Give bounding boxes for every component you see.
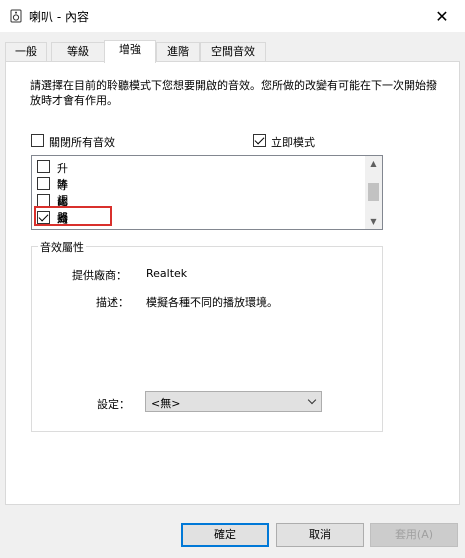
setting-value: <無>: [151, 397, 181, 410]
chevron-down-icon: [307, 395, 317, 405]
description-value: 模擬各種不同的播放環境。: [146, 296, 278, 309]
ok-button[interactable]: 確定: [181, 523, 269, 547]
equalizer-checkbox[interactable]: [37, 177, 50, 190]
tab-general[interactable]: 一般: [5, 42, 47, 62]
enhancements-description: 請選擇在目前的聆聽模式下您想要開啟的音效。您所做的改變有可能在下一次開始撥放時才…: [30, 79, 437, 107]
description-label: 描述：: [96, 296, 129, 309]
disable-all-checkbox[interactable]: [31, 134, 44, 147]
tab-advanced[interactable]: 進階: [156, 42, 200, 62]
provider-value: Realtek: [146, 267, 188, 280]
setting-select[interactable]: <無>: [145, 391, 322, 412]
tab-levels[interactable]: 等級: [51, 42, 105, 62]
enhancements-list[interactable]: 升降調 等化器 虛擬環繞 均衡響度 ▲ ▼: [31, 155, 383, 230]
group-title: 音效屬性: [38, 239, 86, 255]
provider-label: 提供廠商：: [72, 269, 127, 282]
pitch-shift-checkbox[interactable]: [37, 160, 50, 173]
enhancements-panel: 請選擇在目前的聆聽模式下您想要開啟的音效。您所做的改變有可能在下一次開始撥放時才…: [5, 61, 460, 505]
window-title: 喇叭 - 內容: [29, 10, 89, 24]
apply-button[interactable]: 套用(A): [370, 523, 458, 547]
list-scrollbar[interactable]: ▲ ▼: [365, 156, 382, 229]
disable-all-label: 關閉所有音效: [49, 136, 115, 149]
scroll-up-icon[interactable]: ▲: [365, 156, 382, 171]
immediate-mode-checkbox[interactable]: [253, 134, 266, 147]
tab-strip: 一般 等級 增強 進階 空間音效: [5, 40, 460, 63]
setting-label: 設定：: [97, 398, 130, 411]
cancel-button[interactable]: 取消: [276, 523, 364, 547]
tab-spatial-sound[interactable]: 空間音效: [200, 42, 266, 62]
effect-properties-group: 音效屬性 提供廠商： Realtek 描述： 模擬各種不同的播放環境。 設定： …: [31, 239, 383, 432]
speaker-icon: [9, 9, 23, 23]
close-button[interactable]: ✕: [419, 0, 465, 32]
highlight-box: [34, 206, 112, 226]
immediate-mode-label: 立即模式: [271, 136, 315, 149]
close-icon: ✕: [435, 6, 449, 26]
tab-enhancements[interactable]: 增強: [104, 40, 156, 63]
scroll-down-icon[interactable]: ▼: [365, 214, 382, 229]
title-bar: 喇叭 - 內容 ✕: [0, 0, 465, 32]
scroll-thumb[interactable]: [368, 183, 379, 201]
